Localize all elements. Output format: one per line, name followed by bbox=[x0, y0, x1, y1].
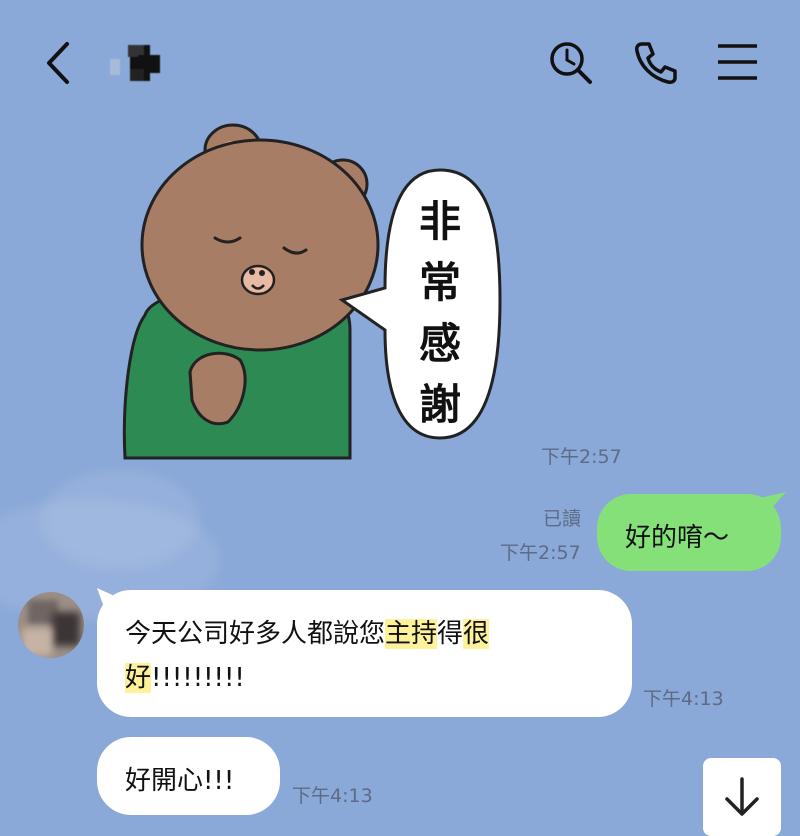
message-text: 今天公司好多人都說您 bbox=[125, 619, 386, 649]
message-line-2: 好!!!!!!!!! bbox=[125, 656, 632, 700]
message-time: 下午2:57 bbox=[500, 542, 581, 564]
sticker-char: 謝 bbox=[418, 380, 461, 429]
menu-icon[interactable] bbox=[715, 40, 760, 85]
scroll-to-bottom-button[interactable] bbox=[703, 758, 781, 836]
highlighted-text: 好 bbox=[125, 663, 152, 693]
message-time: 下午4:13 bbox=[643, 688, 724, 710]
arrow-down-icon bbox=[725, 777, 759, 816]
avatar[interactable] bbox=[18, 592, 84, 658]
highlighted-text: 很 bbox=[463, 619, 490, 649]
sticker-char: 非 bbox=[418, 197, 461, 246]
sticker-char: 感 bbox=[418, 319, 461, 368]
sticker-caption: 非 常 感 謝 bbox=[385, 170, 495, 440]
incoming-message-bubble[interactable]: 好開心!!! bbox=[97, 737, 280, 815]
outgoing-message-bubble[interactable]: 好的唷〜 bbox=[597, 494, 781, 571]
message-text: !!!!!!!!! bbox=[151, 663, 245, 693]
message-time: 下午2:57 bbox=[541, 446, 622, 468]
message-time: 下午4:13 bbox=[292, 785, 373, 807]
message-line-1: 今天公司好多人都說您主持得很 bbox=[125, 612, 632, 656]
sticker-char: 常 bbox=[418, 258, 461, 307]
highlighted-text: 主持 bbox=[385, 619, 438, 649]
contact-name-redacted bbox=[110, 45, 170, 81]
bubble-tail bbox=[760, 492, 786, 510]
incoming-message-bubble[interactable]: 今天公司好多人都說您主持得很 好!!!!!!!!! bbox=[97, 590, 632, 717]
read-receipt: 已讀 bbox=[543, 508, 582, 530]
chat-header bbox=[0, 0, 800, 120]
search-icon[interactable] bbox=[545, 38, 595, 88]
message-text: 得 bbox=[437, 619, 464, 649]
phone-icon[interactable] bbox=[630, 38, 680, 88]
message-text: 好的唷〜 bbox=[625, 523, 730, 553]
background-cloud bbox=[40, 470, 200, 570]
message-text: 好開心!!! bbox=[125, 766, 235, 796]
back-chevron-icon[interactable] bbox=[40, 38, 80, 88]
